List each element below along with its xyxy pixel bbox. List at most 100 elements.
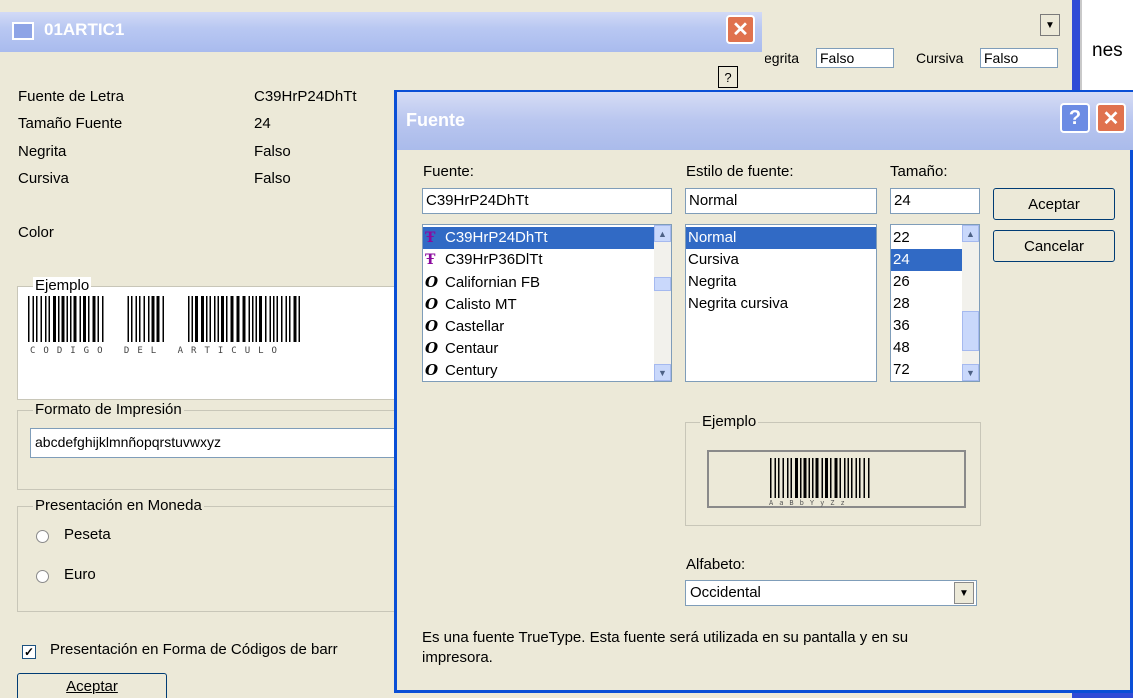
font-dialog-help-icon[interactable]: ? (1060, 103, 1090, 133)
barcode-bar (276, 296, 278, 342)
background-italic-field[interactable]: Falso (980, 48, 1058, 68)
barcode-bar (66, 296, 68, 342)
chevron-down-icon[interactable]: ▼ (954, 582, 974, 604)
barcode-bar (825, 458, 828, 498)
style-list-item[interactable]: Negrita cursiva (686, 293, 876, 315)
size-list-item[interactable]: 28 (891, 293, 962, 315)
barcode-caption: CODIGO DEL ARTICULO (30, 346, 285, 356)
opentype-icon: O (425, 317, 439, 335)
background-dropdown-arrow-icon[interactable]: ▼ (1040, 14, 1060, 36)
style-list-item[interactable]: Normal (686, 227, 876, 249)
barcode-bar (217, 296, 219, 342)
barcode-bar (821, 458, 823, 498)
font-list-item-label: Castellar (445, 318, 505, 335)
font-list-item-label: Californian FB (445, 274, 541, 291)
size-label: Tamaño: (890, 163, 948, 180)
style-field[interactable]: Normal (685, 188, 877, 214)
barcode-bar (156, 296, 160, 342)
scroll-down-icon[interactable]: ▼ (962, 364, 979, 381)
size-list[interactable]: 22 24 26 28 36 48 72 ▲ ▼ (890, 224, 980, 382)
font-list[interactable]: Ŧ C39HrP24DhTt Ŧ C39HrP36DlTt O Californian F… (422, 224, 672, 382)
font-cancel-button[interactable]: Cancelar (993, 230, 1115, 262)
barcode-bar (252, 296, 254, 342)
size-field[interactable]: 24 (890, 188, 980, 214)
main-accept-button[interactable]: Aceptar (17, 673, 167, 698)
currency-group (17, 506, 399, 612)
main-accept-label: Aceptar (66, 677, 118, 695)
size-list-item-label: 72 (893, 361, 910, 378)
font-list-item[interactable]: Ŧ C39HrP36DlTt (423, 249, 654, 271)
style-list-item-label: Normal (688, 229, 737, 246)
style-list-item[interactable]: Negrita (686, 271, 876, 293)
bold-label: Negrita (18, 143, 67, 160)
alphabet-dropdown[interactable]: Occidental (685, 580, 977, 606)
size-list-scrollbar[interactable]: ▲ ▼ (962, 225, 979, 381)
font-list-item[interactable]: O Centaur (423, 337, 654, 359)
window-icon (12, 22, 34, 40)
barcode-bar (48, 296, 50, 342)
size-list-item[interactable]: 26 (891, 271, 962, 293)
barcode-bar (859, 458, 861, 498)
size-list-item[interactable]: 36 (891, 315, 962, 337)
font-list-item[interactable]: O Century (423, 359, 654, 381)
scroll-thumb[interactable] (654, 277, 671, 291)
barcode-bar (195, 296, 198, 342)
size-list-item[interactable]: 48 (891, 337, 962, 359)
background-bold-field[interactable]: Falso (816, 48, 894, 68)
barcode-bar (259, 296, 262, 342)
size-list-item[interactable]: 72 (891, 359, 962, 381)
font-list-scrollbar[interactable]: ▲ ▼ (654, 225, 671, 381)
barcode-bar (273, 296, 275, 342)
barcode-bar (285, 296, 287, 342)
size-list-item-label: 36 (893, 317, 910, 334)
scroll-up-icon[interactable]: ▲ (962, 225, 979, 242)
font-accept-button[interactable]: Aceptar (993, 188, 1115, 220)
barcode-bar (265, 296, 267, 342)
euro-radio[interactable] (36, 570, 49, 583)
style-list[interactable]: Normal Cursiva Negrita Negrita cursiva (685, 224, 877, 382)
barcode-bar (839, 458, 841, 498)
barcode-bar (269, 296, 271, 342)
opentype-icon: O (425, 273, 439, 291)
font-name-field[interactable]: C39HrP24DhTt (422, 188, 672, 214)
barcode-bar (248, 296, 250, 342)
barcode-bar (830, 458, 832, 498)
scroll-down-icon[interactable]: ▼ (654, 364, 671, 381)
barcode-bar (803, 458, 807, 498)
style-list-item[interactable]: Cursiva (686, 249, 876, 271)
font-label: Fuente: (423, 163, 474, 180)
main-help-button[interactable]: ? (718, 66, 738, 88)
barcode-bar (863, 458, 865, 498)
font-list-item[interactable]: O Californian FB (423, 271, 654, 293)
style-list-item-label: Negrita (688, 273, 737, 290)
size-list-item[interactable]: 22 (891, 227, 962, 249)
font-dialog-close-icon[interactable]: ✕ (1096, 103, 1126, 133)
barcode-bar (139, 296, 141, 342)
print-format-group-title: Formato de Impresión (33, 401, 184, 418)
example-group-title: Ejemplo (33, 277, 92, 294)
peseta-radio[interactable] (36, 530, 49, 543)
barcode-checkbox[interactable]: ✓ (22, 645, 36, 659)
font-size-label: Tamaño Fuente (18, 115, 123, 132)
font-list-item[interactable]: O Castellar (423, 315, 654, 337)
font-name-value: C39HrP24DhTt (254, 88, 357, 105)
size-list-item[interactable]: 24 (891, 249, 962, 271)
barcode-bar (851, 458, 853, 498)
background-italic-label: Cursiva (916, 50, 964, 66)
print-format-input[interactable]: abcdefghijklmnñopqrstuvwxyz (30, 428, 400, 458)
font-accept-label: Aceptar (1028, 195, 1080, 213)
main-close-icon[interactable]: ✕ (726, 15, 755, 44)
sample-caption: AaBbYyZz (769, 499, 851, 507)
font-list-item[interactable]: Ŧ C39HrP24DhTt (423, 227, 654, 249)
scroll-thumb[interactable] (962, 311, 979, 351)
italic-value: Falso (254, 170, 291, 187)
barcode-bar (834, 458, 838, 498)
sample-barcode-image (770, 458, 870, 498)
barcode-bar (778, 458, 780, 498)
barcode-bar (143, 296, 145, 342)
style-list-item-label: Cursiva (688, 251, 739, 268)
barcode-bar (812, 458, 814, 498)
barcode-bar (808, 458, 810, 498)
font-list-item[interactable]: O Calisto MT (423, 293, 654, 315)
scroll-up-icon[interactable]: ▲ (654, 225, 671, 242)
